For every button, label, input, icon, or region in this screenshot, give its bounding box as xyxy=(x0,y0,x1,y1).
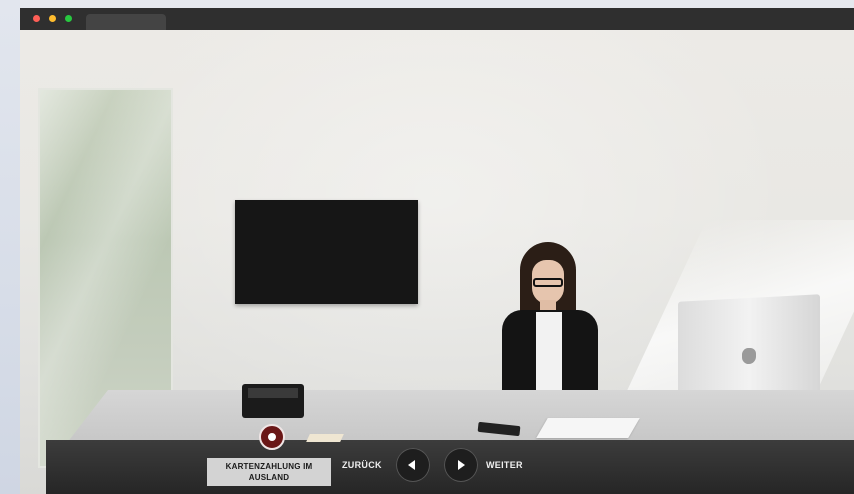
topic-label[interactable]: KARTENZAHLUNG IM AUSLAND xyxy=(207,458,331,486)
browser-tab[interactable] xyxy=(86,14,166,30)
arrow-left-icon xyxy=(408,460,415,470)
next-label[interactable]: WEITER xyxy=(486,460,523,470)
desk-printer xyxy=(242,384,304,418)
next-button[interactable] xyxy=(444,448,478,482)
apple-logo-icon xyxy=(742,347,756,365)
video-scene[interactable]: KARTENZAHLUNG IM AUSLAND ZURÜCK WEITER xyxy=(20,30,854,494)
arrow-right-icon xyxy=(458,460,465,470)
record-icon-inner xyxy=(265,430,279,444)
printer-top xyxy=(248,388,298,398)
desk-card xyxy=(306,434,344,442)
desk-paper xyxy=(536,418,640,438)
title-bar xyxy=(20,8,854,30)
presenter-glasses xyxy=(533,278,563,287)
back-button[interactable] xyxy=(396,448,430,482)
desktop-background xyxy=(0,0,20,494)
back-label[interactable]: ZURÜCK xyxy=(342,460,382,470)
close-window-button[interactable] xyxy=(33,15,40,22)
browser-window: KARTENZAHLUNG IM AUSLAND ZURÜCK WEITER xyxy=(20,8,854,494)
wall-tv-screen xyxy=(235,200,418,304)
maximize-window-button[interactable] xyxy=(65,15,72,22)
record-icon[interactable] xyxy=(259,424,285,450)
minimize-window-button[interactable] xyxy=(49,15,56,22)
